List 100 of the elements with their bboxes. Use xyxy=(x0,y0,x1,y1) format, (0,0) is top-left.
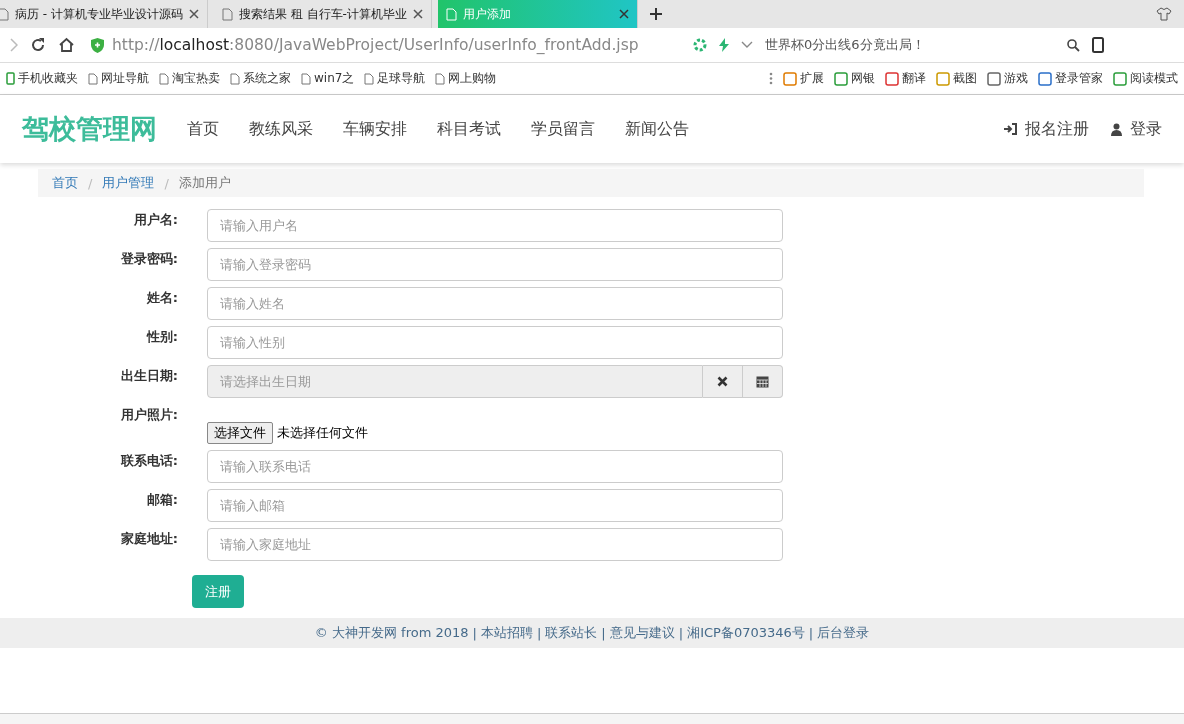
new-tab-icon[interactable] xyxy=(649,8,662,20)
extension-label[interactable]: 网银 xyxy=(851,70,875,87)
field-label: 家庭地址: xyxy=(119,530,178,548)
bookmark-link[interactable]: 淘宝热卖 xyxy=(172,70,220,87)
page-icon xyxy=(221,7,233,21)
extension-icon xyxy=(987,71,1001,86)
footer-link[interactable]: 湘ICP备0703346号 xyxy=(687,624,805,642)
tab-title: 病历 - 计算机专业毕业设计源码 xyxy=(15,5,183,23)
page-icon xyxy=(301,72,311,85)
footer-separator: | xyxy=(678,625,684,641)
more-icon[interactable] xyxy=(769,72,773,85)
file-status: 未选择任何文件 xyxy=(277,424,368,442)
bookmark-link[interactable]: 足球导航 xyxy=(377,70,426,87)
nav-link[interactable]: 车辆安排 xyxy=(343,118,407,140)
breadcrumb-item: 添加用户 xyxy=(178,174,231,192)
extension-label[interactable]: 截图 xyxy=(953,70,977,87)
extension-label[interactable]: 登录管家 xyxy=(1055,70,1103,87)
sign-in-icon xyxy=(1004,123,1017,135)
bookmark-link[interactable]: win7之 xyxy=(314,70,355,87)
field-label: 登录密码: xyxy=(119,250,178,268)
breadcrumb-item[interactable]: 用户管理 xyxy=(102,174,155,192)
page-icon xyxy=(0,7,9,21)
input-field[interactable]: 请输入家庭地址 xyxy=(207,528,783,561)
footer-link[interactable]: © 大神开发网 from 2018 xyxy=(314,624,469,642)
breadcrumb-item[interactable]: 首页 xyxy=(52,174,78,192)
close-icon[interactable] xyxy=(618,9,629,19)
date-field[interactable]: 请选择出生日期 xyxy=(207,365,703,398)
lightning-icon[interactable] xyxy=(719,38,729,52)
close-icon xyxy=(717,376,728,387)
close-icon[interactable] xyxy=(412,9,423,19)
phone-icon[interactable] xyxy=(1092,37,1104,53)
input-field[interactable]: 请输入用户名 xyxy=(207,209,783,242)
field-label: 用户照片: xyxy=(119,406,178,424)
extension-label[interactable]: 翻译 xyxy=(902,70,926,87)
input-field[interactable]: 请输入联系电话 xyxy=(207,450,783,483)
shield-icon xyxy=(91,37,104,53)
footer-separator: | xyxy=(808,625,814,641)
page-icon xyxy=(445,7,457,21)
extension-label[interactable]: 阅读模式 xyxy=(1130,70,1178,87)
input-field[interactable]: 请输入登录密码 xyxy=(207,248,783,281)
extension-icon xyxy=(1038,71,1052,86)
address-field[interactable]: http://localhost:8080/JavaWebProject/UserInfo/userInfo_frontAdd.jsp xyxy=(91,36,681,54)
search-field[interactable]: 世界杯0分出线6分竟出局！ xyxy=(765,36,1055,54)
input-field[interactable]: 请输入性别 xyxy=(207,326,783,359)
nav-link[interactable]: 首页 xyxy=(187,118,219,140)
page-icon xyxy=(364,72,375,85)
search-icon[interactable] xyxy=(1067,38,1080,52)
footer-separator: | xyxy=(601,625,606,641)
extension-icon xyxy=(834,71,848,86)
page-icon xyxy=(230,72,240,85)
bookmark-link[interactable]: 手机收藏夹 xyxy=(18,70,78,87)
phone-icon xyxy=(6,72,15,85)
field-label: 邮箱: xyxy=(145,491,178,509)
browser-tab[interactable]: 病历 - 计算机专业毕业设计源码 xyxy=(0,0,208,28)
extension-label[interactable]: 游戏 xyxy=(1004,70,1028,87)
tab-title: 用户添加 xyxy=(462,5,512,23)
choose-file-button[interactable]: 选择文件 xyxy=(207,422,273,444)
footer-link[interactable]: 本站招聘 xyxy=(480,624,533,642)
bookmark-link[interactable]: 网址导航 xyxy=(101,70,149,87)
footer-link[interactable]: 联系站长 xyxy=(545,624,598,642)
calendar-icon xyxy=(756,375,769,388)
shirt-icon[interactable] xyxy=(1156,7,1172,21)
breadcrumb-separator: / xyxy=(164,175,169,191)
field-label: 性别: xyxy=(145,328,178,346)
tab-title: 搜索结果 租 自行车-计算机毕业 xyxy=(238,5,407,23)
extension-label[interactable]: 扩展 xyxy=(800,70,824,87)
footer-link[interactable]: 意见与建议 xyxy=(609,624,675,642)
nav-link[interactable]: 学员留言 xyxy=(531,118,595,140)
bookmark-link[interactable]: 系统之家 xyxy=(243,70,291,87)
extension-icon xyxy=(936,71,950,86)
nav-link[interactable]: 科目考试 xyxy=(437,118,501,140)
reload-icon[interactable] xyxy=(30,37,46,53)
chevron-down-icon[interactable] xyxy=(741,41,753,49)
page-icon xyxy=(159,72,169,85)
footer-link[interactable]: 后台登录 xyxy=(817,624,870,642)
field-label: 用户名: xyxy=(132,211,178,229)
page-icon xyxy=(88,72,98,85)
page-icon xyxy=(435,72,446,85)
close-icon[interactable] xyxy=(188,9,199,19)
input-field[interactable]: 请输入姓名 xyxy=(207,287,783,320)
clear-button[interactable] xyxy=(703,365,743,398)
field-label: 姓名: xyxy=(145,289,178,307)
calendar-button[interactable] xyxy=(743,365,783,398)
breadcrumb-separator: / xyxy=(88,175,93,191)
extension-icon xyxy=(885,71,899,86)
account-link[interactable]: 登录 xyxy=(1111,118,1162,140)
footer-separator: | xyxy=(472,625,477,641)
browser-tab[interactable]: 搜索结果 租 自行车-计算机毕业 xyxy=(213,0,432,28)
field-label: 联系电话: xyxy=(119,452,178,470)
nav-link[interactable]: 新闻公告 xyxy=(625,118,689,140)
user-icon xyxy=(1111,122,1122,136)
input-field[interactable]: 请输入邮箱 xyxy=(207,489,783,522)
footer-separator: | xyxy=(536,625,542,641)
bookmark-link[interactable]: 网上购物 xyxy=(448,70,497,87)
field-label: 出生日期: xyxy=(119,367,178,385)
home-icon[interactable] xyxy=(58,37,75,53)
nav-link[interactable]: 教练风采 xyxy=(249,118,313,140)
extension-icon xyxy=(783,71,797,86)
extension-icon xyxy=(1113,71,1127,86)
account-link[interactable]: 报名注册 xyxy=(1004,118,1089,140)
